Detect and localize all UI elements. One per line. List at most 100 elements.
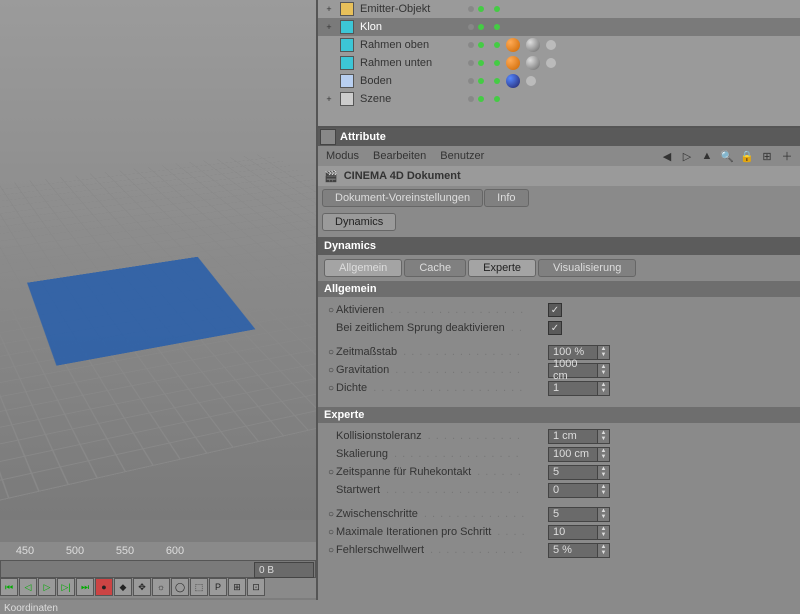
autokey-button[interactable]: ✥ (133, 578, 151, 596)
property-label: Zeitmaßstab (336, 346, 526, 358)
tag-grey-icon[interactable] (526, 38, 540, 52)
tag-sm-icon[interactable] (526, 76, 536, 86)
value-field[interactable]: 1 cm (548, 429, 598, 444)
anim-dot[interactable]: ○ (326, 305, 336, 316)
new-icon[interactable]: ⊞ (760, 149, 774, 163)
spinner[interactable]: ▲▼ (598, 525, 610, 540)
spinner[interactable]: ▲▼ (598, 345, 610, 360)
tab-dynamics[interactable]: Dynamics (322, 213, 396, 231)
tab-info[interactable]: Info (484, 189, 528, 207)
tag-orange-icon[interactable] (506, 38, 520, 52)
checkbox[interactable] (548, 321, 562, 335)
value-field[interactable]: 5 (548, 507, 598, 522)
tool2-button[interactable]: ◯ (171, 578, 189, 596)
particle-icon (340, 2, 354, 16)
menu-bearbeiten[interactable]: Bearbeiten (373, 150, 426, 162)
group-experte: Experte (318, 407, 800, 423)
tool3-button[interactable]: ⬚ (190, 578, 208, 596)
timeline-ruler[interactable]: 450 500 550 600 (0, 542, 316, 560)
property-row: Skalierung100 cm▲▼ (326, 445, 800, 463)
object-row[interactable]: + Klon (318, 18, 800, 36)
record-button[interactable]: ● (95, 578, 113, 596)
add-icon[interactable]: ＋ (780, 149, 794, 163)
spinner[interactable]: ▲▼ (598, 381, 610, 396)
anim-dot[interactable]: ○ (326, 545, 336, 556)
tool5-button[interactable]: ⊞ (228, 578, 246, 596)
object-row[interactable]: Rahmen oben (318, 36, 800, 54)
viewport-3d[interactable] (0, 0, 316, 520)
spinner[interactable]: ▲▼ (598, 363, 610, 378)
property-label: Dichte (336, 382, 526, 394)
step-back-button[interactable]: ◁ (19, 578, 37, 596)
property-row: Bei zeitlichem Sprung deaktivieren (326, 319, 800, 337)
scene-icon (340, 92, 354, 106)
play-button[interactable]: ▷ (38, 578, 56, 596)
up-icon[interactable]: ▲ (700, 149, 714, 163)
value-field[interactable]: 1000 cm (548, 363, 598, 378)
checkbox[interactable] (548, 303, 562, 317)
anim-dot[interactable]: ○ (326, 383, 336, 394)
tab-cache[interactable]: Cache (404, 259, 466, 277)
value-field[interactable]: 5 (548, 465, 598, 480)
spinner[interactable]: ▲▼ (598, 447, 610, 462)
tag-sm-icon[interactable] (546, 58, 556, 68)
spinner[interactable]: ▲▼ (598, 543, 610, 558)
value-field[interactable]: 10 (548, 525, 598, 540)
property-label: Zeitspanne für Ruhekontakt (336, 466, 526, 478)
property-row: ○Gravitation 1000 cm▲▼ (326, 361, 800, 379)
timeline-frame-field[interactable]: 0 B (254, 562, 314, 578)
value-field[interactable]: 5 % (548, 543, 598, 558)
go-end-button[interactable]: ⏭ (76, 578, 94, 596)
key-button[interactable]: ◆ (114, 578, 132, 596)
menu-benutzer[interactable]: Benutzer (440, 150, 484, 162)
anim-dot[interactable]: ○ (326, 467, 336, 478)
tool4-button[interactable]: P (209, 578, 227, 596)
tab-allgemein[interactable]: Allgemein (324, 259, 402, 277)
anim-dot[interactable]: ○ (326, 365, 336, 376)
value-field[interactable]: 1 (548, 381, 598, 396)
object-row[interactable]: Boden (318, 72, 800, 90)
object-row[interactable]: + Emitter-Objekt (318, 0, 800, 18)
tag-sm-icon[interactable] (546, 40, 556, 50)
value-field[interactable]: 100 cm (548, 447, 598, 462)
viewport-panel: ✥ ↓ ⟳ ⛶ 450 500 550 600 0 B ⏮ ◁ ▷ ▷| ⏭ ●… (0, 0, 318, 600)
anim-dot[interactable]: ○ (326, 509, 336, 520)
property-label: Startwert (336, 484, 526, 496)
spinner[interactable]: ▲▼ (598, 465, 610, 480)
spinner[interactable]: ▲▼ (598, 429, 610, 444)
spinner[interactable]: ▲▼ (598, 483, 610, 498)
value-field[interactable]: 0 (548, 483, 598, 498)
lock-icon[interactable]: 🔒 (740, 149, 754, 163)
nav-back-icon[interactable]: ◀ (660, 149, 674, 163)
tag-grey-icon[interactable] (526, 56, 540, 70)
spinner[interactable]: ▲▼ (598, 507, 610, 522)
object-name: Szene (360, 93, 462, 105)
anim-dot[interactable]: ○ (326, 347, 336, 358)
tool6-button[interactable]: ⊡ (247, 578, 265, 596)
tag-blue-icon[interactable] (506, 74, 520, 88)
object-name: Boden (360, 75, 462, 87)
object-row[interactable]: + Szene (318, 90, 800, 108)
expand-icon[interactable]: + (324, 4, 334, 14)
expand-icon[interactable]: + (324, 94, 334, 104)
property-label: Gravitation (336, 364, 526, 376)
tab-dokument-voreinstellungen[interactable]: Dokument-Voreinstellungen (322, 189, 483, 207)
nav-fwd-icon[interactable]: ▷ (680, 149, 694, 163)
cube-icon (340, 38, 354, 52)
go-start-button[interactable]: ⏮ (0, 578, 18, 596)
expand-icon[interactable]: + (324, 22, 334, 32)
tab-visualisierung[interactable]: Visualisierung (538, 259, 636, 277)
object-row[interactable]: Rahmen unten (318, 54, 800, 72)
step-fwd-button[interactable]: ▷| (57, 578, 75, 596)
floor-icon (340, 74, 354, 88)
object-manager[interactable]: + Emitter-Objekt + Klon Rahmen oben Rahm… (318, 0, 800, 128)
document-label: 🎬 CINEMA 4D Dokument (318, 166, 800, 186)
cube-icon (340, 56, 354, 70)
tool-button[interactable]: ☼ (152, 578, 170, 596)
object-name: Rahmen oben (360, 39, 462, 51)
tag-orange-icon[interactable] (506, 56, 520, 70)
anim-dot[interactable]: ○ (326, 527, 336, 538)
tab-experte[interactable]: Experte (468, 259, 536, 277)
menu-modus[interactable]: Modus (326, 150, 359, 162)
search-icon[interactable]: 🔍 (720, 149, 734, 163)
